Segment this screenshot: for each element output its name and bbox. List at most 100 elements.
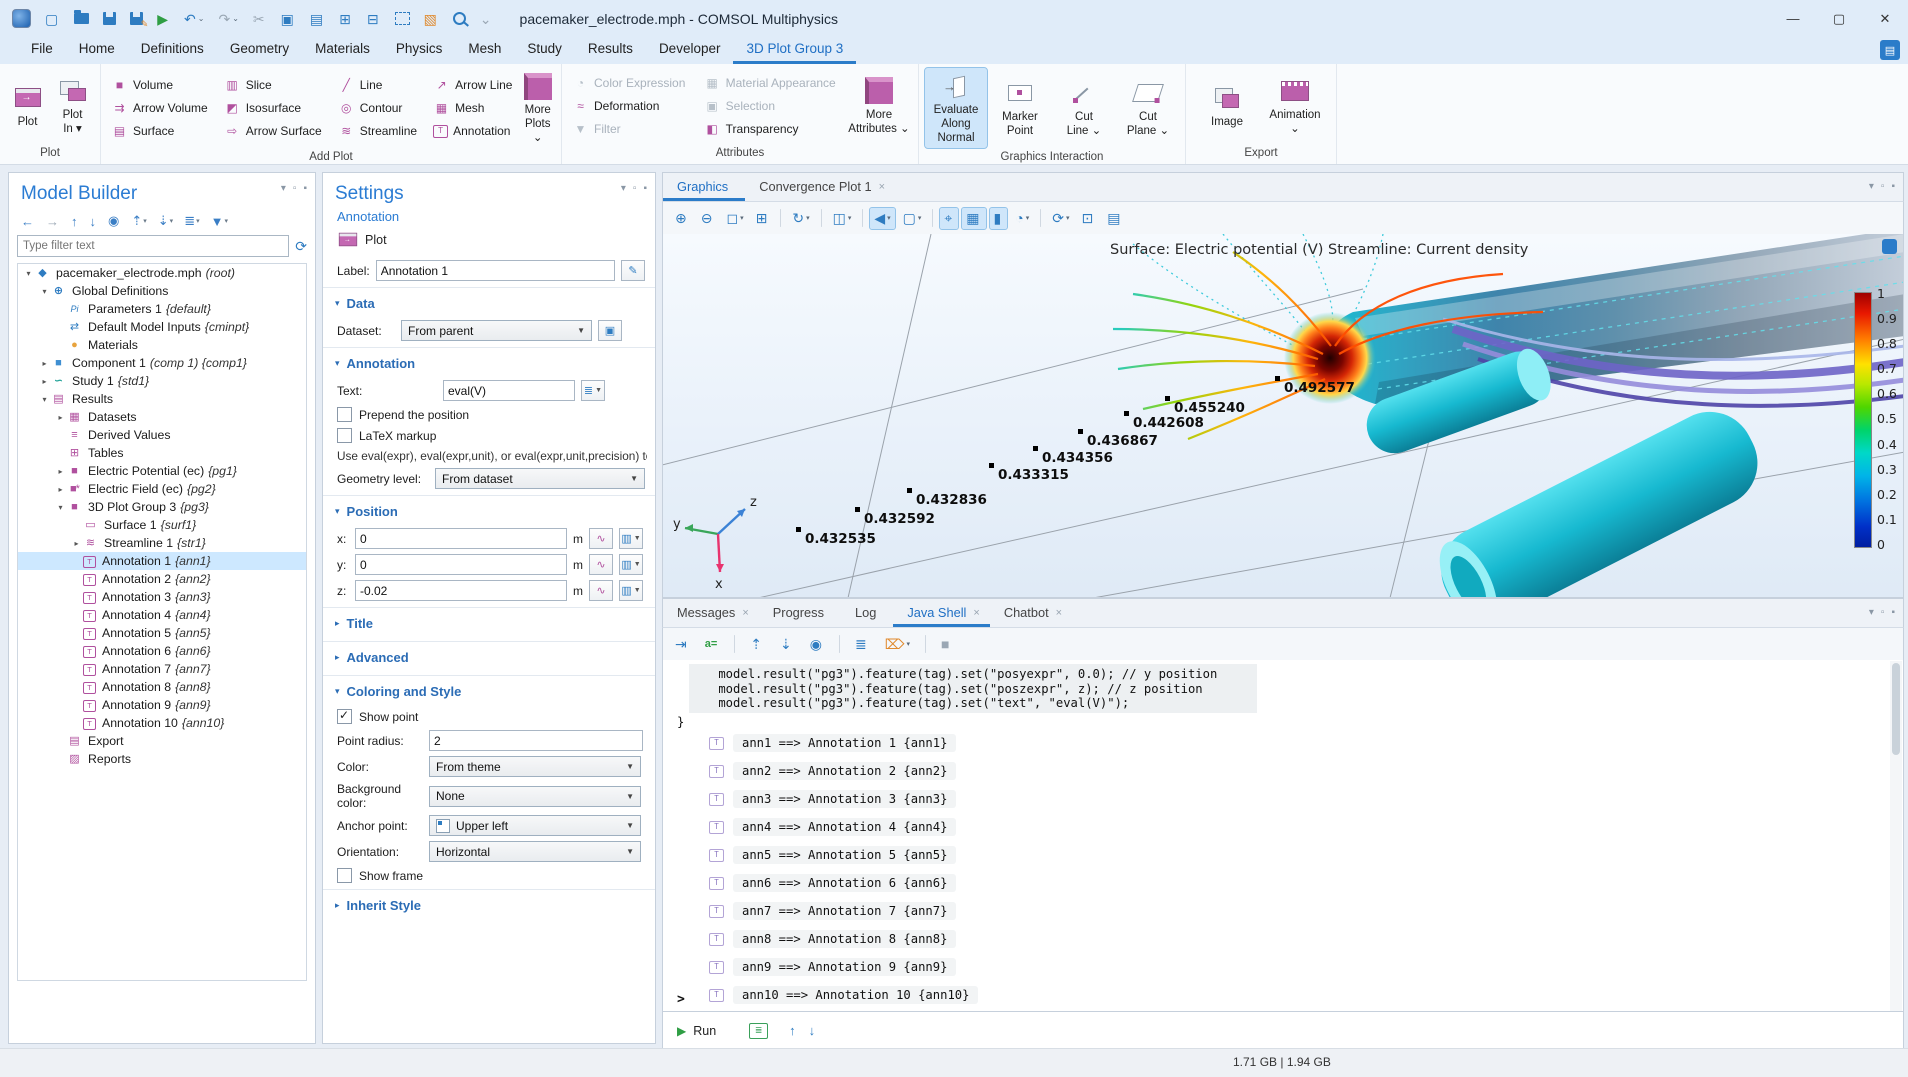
tree-expander[interactable]: ▸ [54,485,67,494]
tree-item[interactable]: ▸ Electric Potential (ec) {pg1} [18,462,306,480]
close-icon[interactable]: × [973,607,979,619]
position-x-input[interactable] [355,528,567,549]
zoom-box-icon[interactable]: ◻▾ [722,208,747,229]
ribbon-tab[interactable]: Geometry [217,37,302,64]
tree-item[interactable]: Parameters 1 {default} [18,300,306,318]
console-tab[interactable]: Messages× [663,600,759,627]
zoom-in-icon[interactable]: ⊕ [671,208,693,229]
show-point-checkbox[interactable] [337,709,352,724]
range-icon[interactable]: ▥▼ [619,580,643,601]
section-title[interactable]: Title [347,616,374,631]
add-plot-item[interactable]: ≋ Streamline [334,120,425,143]
node-label-icon[interactable]: ≣▾ [184,213,199,229]
stop-icon[interactable]: ■ [937,634,955,654]
cut-plane-button[interactable]: CutPlane ⌄ [1117,75,1179,142]
tree-expander[interactable]: ▾ [38,287,51,296]
move-down-icon[interactable]: ↓ [90,214,98,229]
paste-icon[interactable]: ▤ [310,12,325,26]
color-select[interactable]: From theme▼ [429,756,641,777]
tree-item[interactable]: ▸ Study 1 {std1} [18,372,306,390]
add-plot-item[interactable]: ▤ Surface [107,120,216,143]
tree-item[interactable]: Annotation 5 {ann5} [18,624,306,642]
highlight-icon[interactable]: ▧ [424,12,439,26]
cut-icon[interactable]: ✂ [253,12,267,26]
add-plot-item[interactable]: ╱ Line [334,74,425,97]
new-file-icon[interactable]: ▢ [45,12,60,26]
ribbon-tab[interactable]: Developer [646,37,734,64]
more-attributes-button[interactable]: MoreAttributes ⌄ [846,73,912,140]
tree-expander[interactable]: ▸ [38,377,51,386]
ribbon-tab[interactable]: Physics [383,37,456,64]
tree-item[interactable]: Annotation 1 {ann1} [18,552,306,570]
panel-menu-icon[interactable]: ▾ [1869,607,1874,618]
previous-command-icon[interactable]: ⇡ [746,634,768,655]
attribute-item[interactable]: ◔ Color Expression [568,72,696,95]
color-legend-toggle-icon[interactable]: ▮ [990,208,1008,229]
gutter-icon[interactable]: ⇥ [671,634,693,655]
insert-expression-icon[interactable]: ≣▼ [581,380,605,401]
zoom-extents-icon[interactable]: ⊞ [752,208,774,229]
run-icon[interactable]: ▶ [677,1024,686,1038]
dataset-select[interactable]: From parent▼ [401,320,592,341]
separator[interactable] [1040,209,1041,227]
latex-markup-checkbox[interactable] [337,428,352,443]
tree-item[interactable]: ▸ Electric Field (ec) {pg2} [18,480,306,498]
tree-item[interactable]: Annotation 7 {ann7} [18,660,306,678]
separator[interactable] [780,209,781,227]
panel-float-icon[interactable]: ▫ [1881,181,1885,192]
axis-triad-toggle-icon[interactable]: ⌖ [940,208,958,229]
tree-expander[interactable]: ▾ [22,269,35,278]
plot-parameter-icon[interactable]: ∿ [589,528,613,549]
tree-item[interactable]: Reports [18,750,306,768]
tree-item[interactable]: Annotation 10 {ann10} [18,714,306,732]
image-button[interactable]: Image [1194,80,1260,133]
plot-parameter-icon[interactable]: ∿ [589,580,613,601]
scene-light-icon[interactable]: ◀▾ [870,208,894,229]
separator[interactable] [734,635,735,653]
layout-panels-icon[interactable]: ▤ [1880,40,1900,60]
add-plot-item[interactable]: ■ Volume [107,74,216,97]
attribute-item[interactable]: ◧ Transparency [700,118,846,141]
snapshot-icon[interactable]: ⊡ [1077,208,1099,229]
tree-expander[interactable]: ▸ [38,359,51,368]
separator[interactable] [932,209,933,227]
separator[interactable] [925,635,926,653]
clear-console-icon[interactable]: ⌦▾ [881,634,914,655]
tree-item[interactable]: Annotation 3 {ann3} [18,588,306,606]
panel-pin-icon[interactable]: ▪ [1891,607,1895,618]
grid-toggle-icon[interactable]: ▦ [962,208,985,229]
position-z-input[interactable] [355,580,567,601]
panel-menu-icon[interactable]: ▾ [281,183,286,194]
panel-menu-icon[interactable]: ▾ [1869,181,1874,192]
qat-overflow-icon[interactable]: ⌄ [480,12,494,26]
go-to-source-icon[interactable]: ▣ [598,320,622,341]
plot-action-button[interactable]: Plot [323,230,655,255]
minimize-button[interactable]: — [1770,0,1816,37]
anchor-point-select[interactable]: Upper left ▼ [429,815,641,836]
tree-expander[interactable]: ▸ [54,467,67,476]
cut-line-button[interactable]: CutLine ⌄ [1053,75,1115,142]
graphics-tab[interactable]: Graphics [663,174,745,201]
ribbon-tab[interactable]: 3D Plot Group 3 [733,37,856,64]
animation-button[interactable]: Animation⌄ [1262,73,1328,140]
background-color-select[interactable]: None▼ [429,786,641,807]
attribute-item[interactable]: ▼ Filter [568,118,696,141]
plot-in-button[interactable]: PlotIn ▾ [51,73,94,140]
tree-expander[interactable]: ▾ [38,395,51,404]
tree-expander[interactable]: ▸ [70,539,83,548]
tree-item[interactable]: ▸ Component 1 (comp 1) {comp1} [18,354,306,372]
ribbon-tab[interactable]: Results [575,37,646,64]
attribute-item[interactable]: ≈ Deformation [568,95,696,118]
ribbon-tab[interactable]: Definitions [128,37,217,64]
section-data[interactable]: Data [347,296,375,311]
show-frame-checkbox[interactable] [337,868,352,883]
close-button[interactable]: ✕ [1862,0,1908,37]
console-tab[interactable]: Progress [759,600,841,627]
tree-item[interactable]: ▸ Streamline 1 {str1} [18,534,306,552]
maximize-button[interactable]: ▢ [1816,0,1862,37]
next-entry-icon[interactable]: ↓ [809,1023,816,1038]
delete-icon[interactable]: ⊟ [367,12,381,26]
plot-button[interactable]: Plot [6,80,49,133]
section-coloring[interactable]: Coloring and Style [347,684,462,699]
ribbon-tab[interactable]: Study [514,37,575,64]
